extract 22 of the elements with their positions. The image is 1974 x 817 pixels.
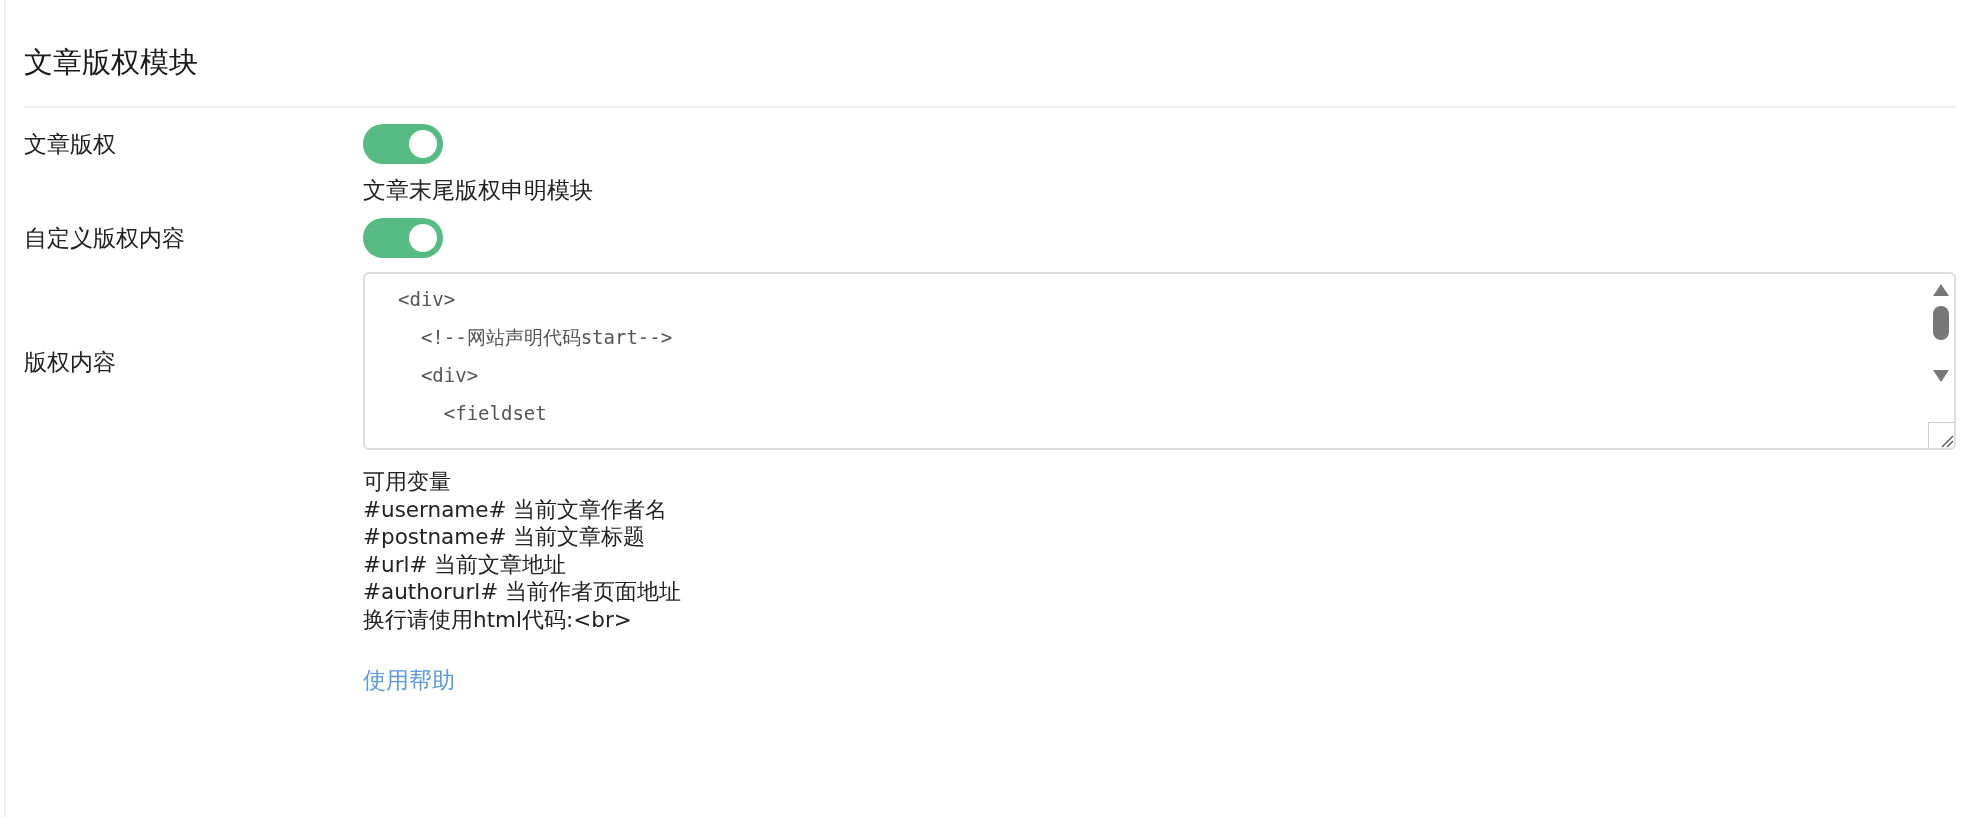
toggle-switch[interactable]: [363, 218, 443, 258]
resize-handle-icon[interactable]: [1940, 434, 1954, 448]
code-line: <div>: [419, 363, 479, 388]
code-line: <div>: [398, 287, 456, 312]
help-text: #postname# 当前文章标题: [363, 523, 646, 551]
scroll-down-icon[interactable]: [1933, 370, 1949, 382]
field-description: 文章末尾版权申明模块: [363, 176, 594, 205]
toggle-switch[interactable]: [363, 124, 443, 164]
code-line: <!--网站声明代码start-->: [419, 325, 673, 350]
help-text: #username# 当前文章作者名: [363, 495, 668, 523]
scrollbar-thumb-icon[interactable]: [1933, 306, 1949, 340]
code-textarea[interactable]: <div> <!--网站声明代码start--> <div> <fieldset: [363, 272, 1956, 450]
field-label: 版权内容: [24, 348, 117, 377]
section-title: 文章版权模块: [24, 0, 1956, 108]
code-line: <fieldset: [442, 401, 547, 426]
help-text: 换行请使用html代码:<br>: [363, 605, 632, 633]
field-label: 自定义版权内容: [24, 224, 186, 253]
help-text: #url# 当前文章地址: [363, 550, 567, 578]
field-label: 文章版权: [24, 130, 117, 159]
help-text: #authorurl# 当前作者页面地址: [363, 578, 682, 606]
scroll-up-icon[interactable]: [1933, 284, 1949, 296]
help-text: 可用变量: [363, 468, 451, 496]
